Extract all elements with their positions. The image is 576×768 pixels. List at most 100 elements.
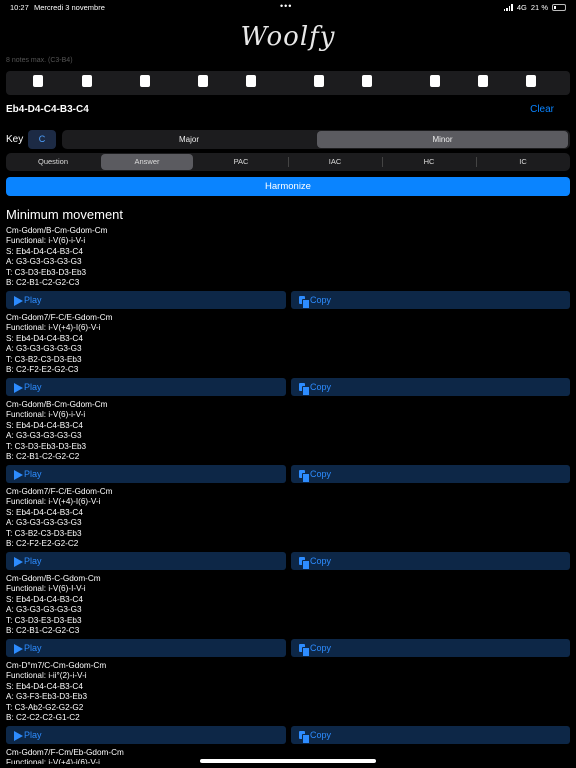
result-bass: B: C2-F2-E2-G2-C3 [6,365,79,375]
play-label: Play [24,382,42,393]
result-soprano: S: Eb4-D4-C4-B3-C4 [6,333,83,343]
copy-button[interactable]: Copy [291,726,570,745]
tab-answer[interactable]: Answer [101,154,193,170]
result-tenor: T: C3-B2-C3-D3-Eb3 [6,528,82,538]
piano-key[interactable] [478,75,488,87]
result-bass: B: C2-B1-C2-G2-C2 [6,452,80,462]
mode-segmented-control: Major Minor [62,130,570,149]
play-label: Play [24,643,42,654]
piano-key[interactable] [82,75,92,87]
result-chords: Cm-Gdom/B-Cm-Gdom-Cm [6,400,108,409]
result-card: Cm-Gdom/B-Cm-Gdom-Cm Functional: i-V(6)-… [6,400,570,484]
piano-key[interactable] [198,75,208,87]
result-soprano: S: Eb4-D4-C4-B3-C4 [6,681,83,691]
result-card: Cm-D°m7/C-Cm-Gdom-Cm Functional: i-ii°(2… [6,661,570,745]
copy-label: Copy [310,643,332,654]
result-chords: Cm-Gdom/B-Cm-Gdom-Cm [6,226,108,235]
copy-label: Copy [310,382,332,393]
result-card: Cm-Gdom/B-C-Gdom-Cm Functional: i-V(6)-I… [6,574,570,658]
piano-key[interactable] [430,75,440,87]
result-tenor: T: C3-D3-E3-D3-Eb3 [6,615,82,625]
result-actions: Play Copy [6,465,570,484]
mode-major-segment[interactable]: Major [64,131,314,148]
multitasking-dots-icon[interactable]: ••• [280,1,292,11]
copy-icon [299,730,310,744]
result-chords: Cm-Gdom7/F-C/E-Gdom-Cm [6,313,113,322]
play-button[interactable]: Play [6,639,286,658]
copy-button[interactable]: Copy [291,465,570,484]
network-label: 4G [516,3,527,12]
play-button[interactable]: Play [6,291,286,310]
piano-key[interactable] [33,75,43,87]
tab-question[interactable]: Question [7,154,99,170]
tab-iac[interactable]: IAC [289,154,381,170]
play-icon [14,731,23,742]
battery-icon [552,4,566,11]
mode-minor-segment[interactable]: Minor [317,131,568,148]
key-selector-button[interactable]: C [28,130,56,149]
result-bass: B: C2-B1-C2-G2-C3 [6,278,80,288]
result-soprano: S: Eb4-D4-C4-B3-C4 [6,594,83,604]
result-bass: B: C2-F2-E2-G2-C2 [6,539,79,549]
result-alto: A: G3-G3-G3-G3-G3 [6,257,82,267]
play-button[interactable]: Play [6,465,286,484]
play-button[interactable]: Play [6,726,286,745]
copy-button[interactable]: Copy [291,639,570,658]
piano-key[interactable] [314,75,324,87]
piano-key[interactable] [140,75,150,87]
piano-keyboard[interactable] [6,71,570,95]
play-button[interactable]: Play [6,552,286,571]
result-bass: B: C2-B1-C2-G2-C3 [6,626,80,636]
piano-key[interactable] [246,75,256,87]
cellular-signal-icon [503,4,513,11]
key-label: Key [6,134,24,145]
play-icon [14,644,23,655]
copy-icon [299,643,310,657]
piano-key[interactable] [362,75,372,87]
copy-label: Copy [310,295,332,306]
result-soprano: S: Eb4-D4-C4-B3-C4 [6,420,83,430]
result-soprano: S: Eb4-D4-C4-B3-C4 [6,246,83,256]
result-tenor: T: C3-Ab2-G2-G2-G2 [6,702,84,712]
play-label: Play [24,469,42,480]
battery-percent: 21 % [530,3,548,12]
result-tenor: T: C3-D3-Eb3-D3-Eb3 [6,267,87,277]
play-button[interactable]: Play [6,378,286,397]
result-chords: Cm-Gdom/B-C-Gdom-Cm [6,574,101,583]
play-icon [14,296,23,307]
status-date: Mercredi 3 novembre [34,3,105,12]
app-logo: Woolfy [240,22,336,52]
copy-icon [299,469,310,483]
piano-key[interactable] [526,75,536,87]
play-label: Play [24,556,42,567]
tab-ic[interactable]: IC [477,154,569,170]
copy-button[interactable]: Copy [291,552,570,571]
play-icon [14,383,23,394]
status-right: 4G 21 % [503,3,566,12]
section-title: Minimum movement [6,207,124,222]
result-actions: Play Copy [6,639,570,658]
result-alto: A: G3-G3-G3-G3-G3 [6,518,82,528]
copy-label: Copy [310,469,332,480]
result-bass: B: C2-C2-C2-G1-C2 [6,713,80,723]
play-icon [14,557,23,568]
copy-icon [299,295,310,309]
play-label: Play [24,295,42,306]
clear-button[interactable]: Clear [530,104,554,115]
home-indicator[interactable] [200,759,376,763]
status-bar: 10:27 Mercredi 3 novembre ••• 4G 21 % [0,0,576,14]
result-card: Cm-Gdom7/F-C/E-Gdom-Cm Functional: i-V(+… [6,313,570,397]
result-chords: Cm-Gdom7/F-Cm/Eb-Gdom-Cm [6,748,124,757]
copy-label: Copy [310,556,332,567]
play-icon [14,470,23,481]
tab-pac[interactable]: PAC [195,154,287,170]
result-functional: Functional: i-V(+4)-I(6)-V-i [6,497,101,507]
result-actions: Play Copy [6,552,570,571]
copy-button[interactable]: Copy [291,291,570,310]
result-tenor: T: C3-D3-Eb3-D3-Eb3 [6,441,87,451]
result-actions: Play Copy [6,291,570,310]
copy-button[interactable]: Copy [291,378,570,397]
tab-hc[interactable]: HC [383,154,475,170]
harmonize-button[interactable]: Harmonize [6,177,570,196]
status-time: 10:27 [10,3,29,12]
